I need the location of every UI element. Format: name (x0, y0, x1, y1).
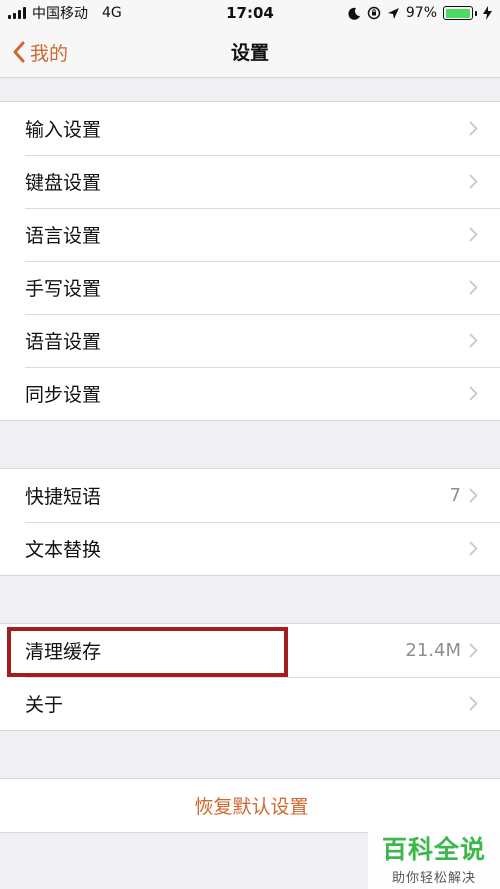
chevron-right-icon (469, 227, 478, 242)
back-button[interactable]: 我的 (12, 26, 68, 78)
settings-row[interactable]: 快捷短语 7 (0, 469, 500, 522)
network-type: 4G (102, 5, 122, 21)
battery-icon (443, 6, 477, 20)
row-value: 7 (449, 485, 461, 506)
reset-group: 恢复默认设置 (0, 778, 500, 833)
chevron-right-icon (469, 696, 478, 711)
row-label: 语音设置 (25, 331, 102, 353)
row-label: 同步设置 (25, 384, 102, 406)
status-right: 97% (348, 5, 492, 21)
status-bar: 中国移动 4G 17:04 97% (0, 0, 500, 26)
settings-group-2: 快捷短语 7 文本替换 (0, 468, 500, 576)
back-label: 我的 (30, 42, 69, 65)
chevron-right-icon (469, 541, 478, 556)
carrier-name: 中国移动 (32, 6, 88, 22)
settings-row[interactable]: 输入设置 (0, 102, 500, 155)
chevron-right-icon (469, 333, 478, 348)
settings-row[interactable]: 语音设置 (0, 314, 500, 367)
watermark-subtitle: 助你轻松解决 (391, 871, 476, 886)
reset-defaults-button[interactable]: 恢复默认设置 (0, 779, 500, 832)
location-icon (387, 7, 399, 19)
row-label: 快捷短语 (25, 486, 102, 508)
settings-row[interactable]: 文本替换 (0, 522, 500, 575)
moon-icon (348, 7, 360, 20)
chevron-right-icon (469, 280, 478, 295)
chevron-left-icon (13, 41, 25, 63)
settings-row[interactable]: 键盘设置 (0, 155, 500, 208)
page-title: 设置 (230, 42, 269, 64)
row-label: 手写设置 (25, 278, 102, 300)
settings-row[interactable]: 同步设置 (0, 367, 500, 420)
chevron-right-icon (469, 488, 478, 503)
row-label: 语言设置 (25, 225, 102, 247)
row-label: 键盘设置 (25, 172, 102, 194)
row-label: 文本替换 (25, 539, 102, 561)
settings-row[interactable]: 手写设置 (0, 261, 500, 314)
chevron-right-icon (469, 386, 478, 401)
settings-row[interactable]: 语言设置 (0, 208, 500, 261)
watermark-logo: 百科全说 助你轻松解决 (368, 827, 500, 889)
row-label: 输入设置 (25, 119, 102, 141)
chevron-right-icon (469, 643, 478, 658)
reset-label: 恢复默认设置 (194, 796, 309, 818)
chevron-right-icon (469, 174, 478, 189)
rotation-lock-icon (367, 6, 381, 20)
cache-size: 21.4M (405, 640, 461, 661)
signal-icon (8, 7, 26, 19)
settings-group-1: 输入设置 键盘设置 语言设置 手写设置 语音设置 同步设置 (0, 101, 500, 421)
battery-percent: 97% (405, 5, 437, 21)
row-label: 关于 (25, 694, 64, 716)
highlight-annotation (7, 627, 288, 677)
about-row[interactable]: 关于 (0, 677, 500, 730)
charging-icon (483, 6, 492, 20)
nav-bar: 我的 设置 (0, 26, 500, 78)
status-left: 中国移动 4G (8, 3, 122, 23)
watermark-title: 百科全说 (381, 835, 486, 864)
chevron-right-icon (469, 121, 478, 136)
